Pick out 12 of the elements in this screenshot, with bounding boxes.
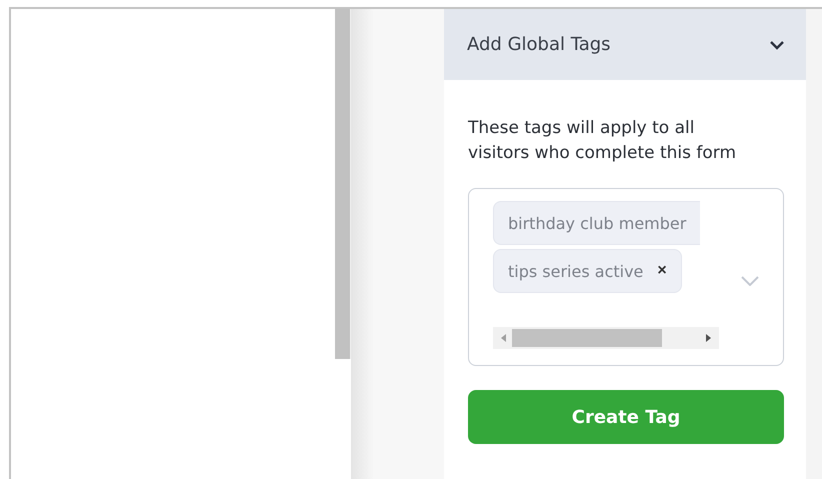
scroll-left-icon[interactable] xyxy=(501,334,506,342)
section-header[interactable]: Add Global Tags xyxy=(444,9,806,80)
tag-select-field[interactable]: birthday club member tips series active × xyxy=(468,188,784,366)
scroll-right-icon[interactable] xyxy=(706,334,711,342)
dropdown-chevron-icon[interactable] xyxy=(741,276,759,286)
tag-label: tips series active xyxy=(508,262,644,280)
horizontal-scrollbar[interactable] xyxy=(493,327,719,349)
description-text: These tags will apply to all visitors who complete this form xyxy=(468,117,738,165)
scrollbar[interactable] xyxy=(335,9,351,359)
remove-button[interactable]: × xyxy=(657,262,667,280)
section-title: Add Global Tags xyxy=(467,34,611,55)
tag-label: birthday club member xyxy=(508,214,686,232)
